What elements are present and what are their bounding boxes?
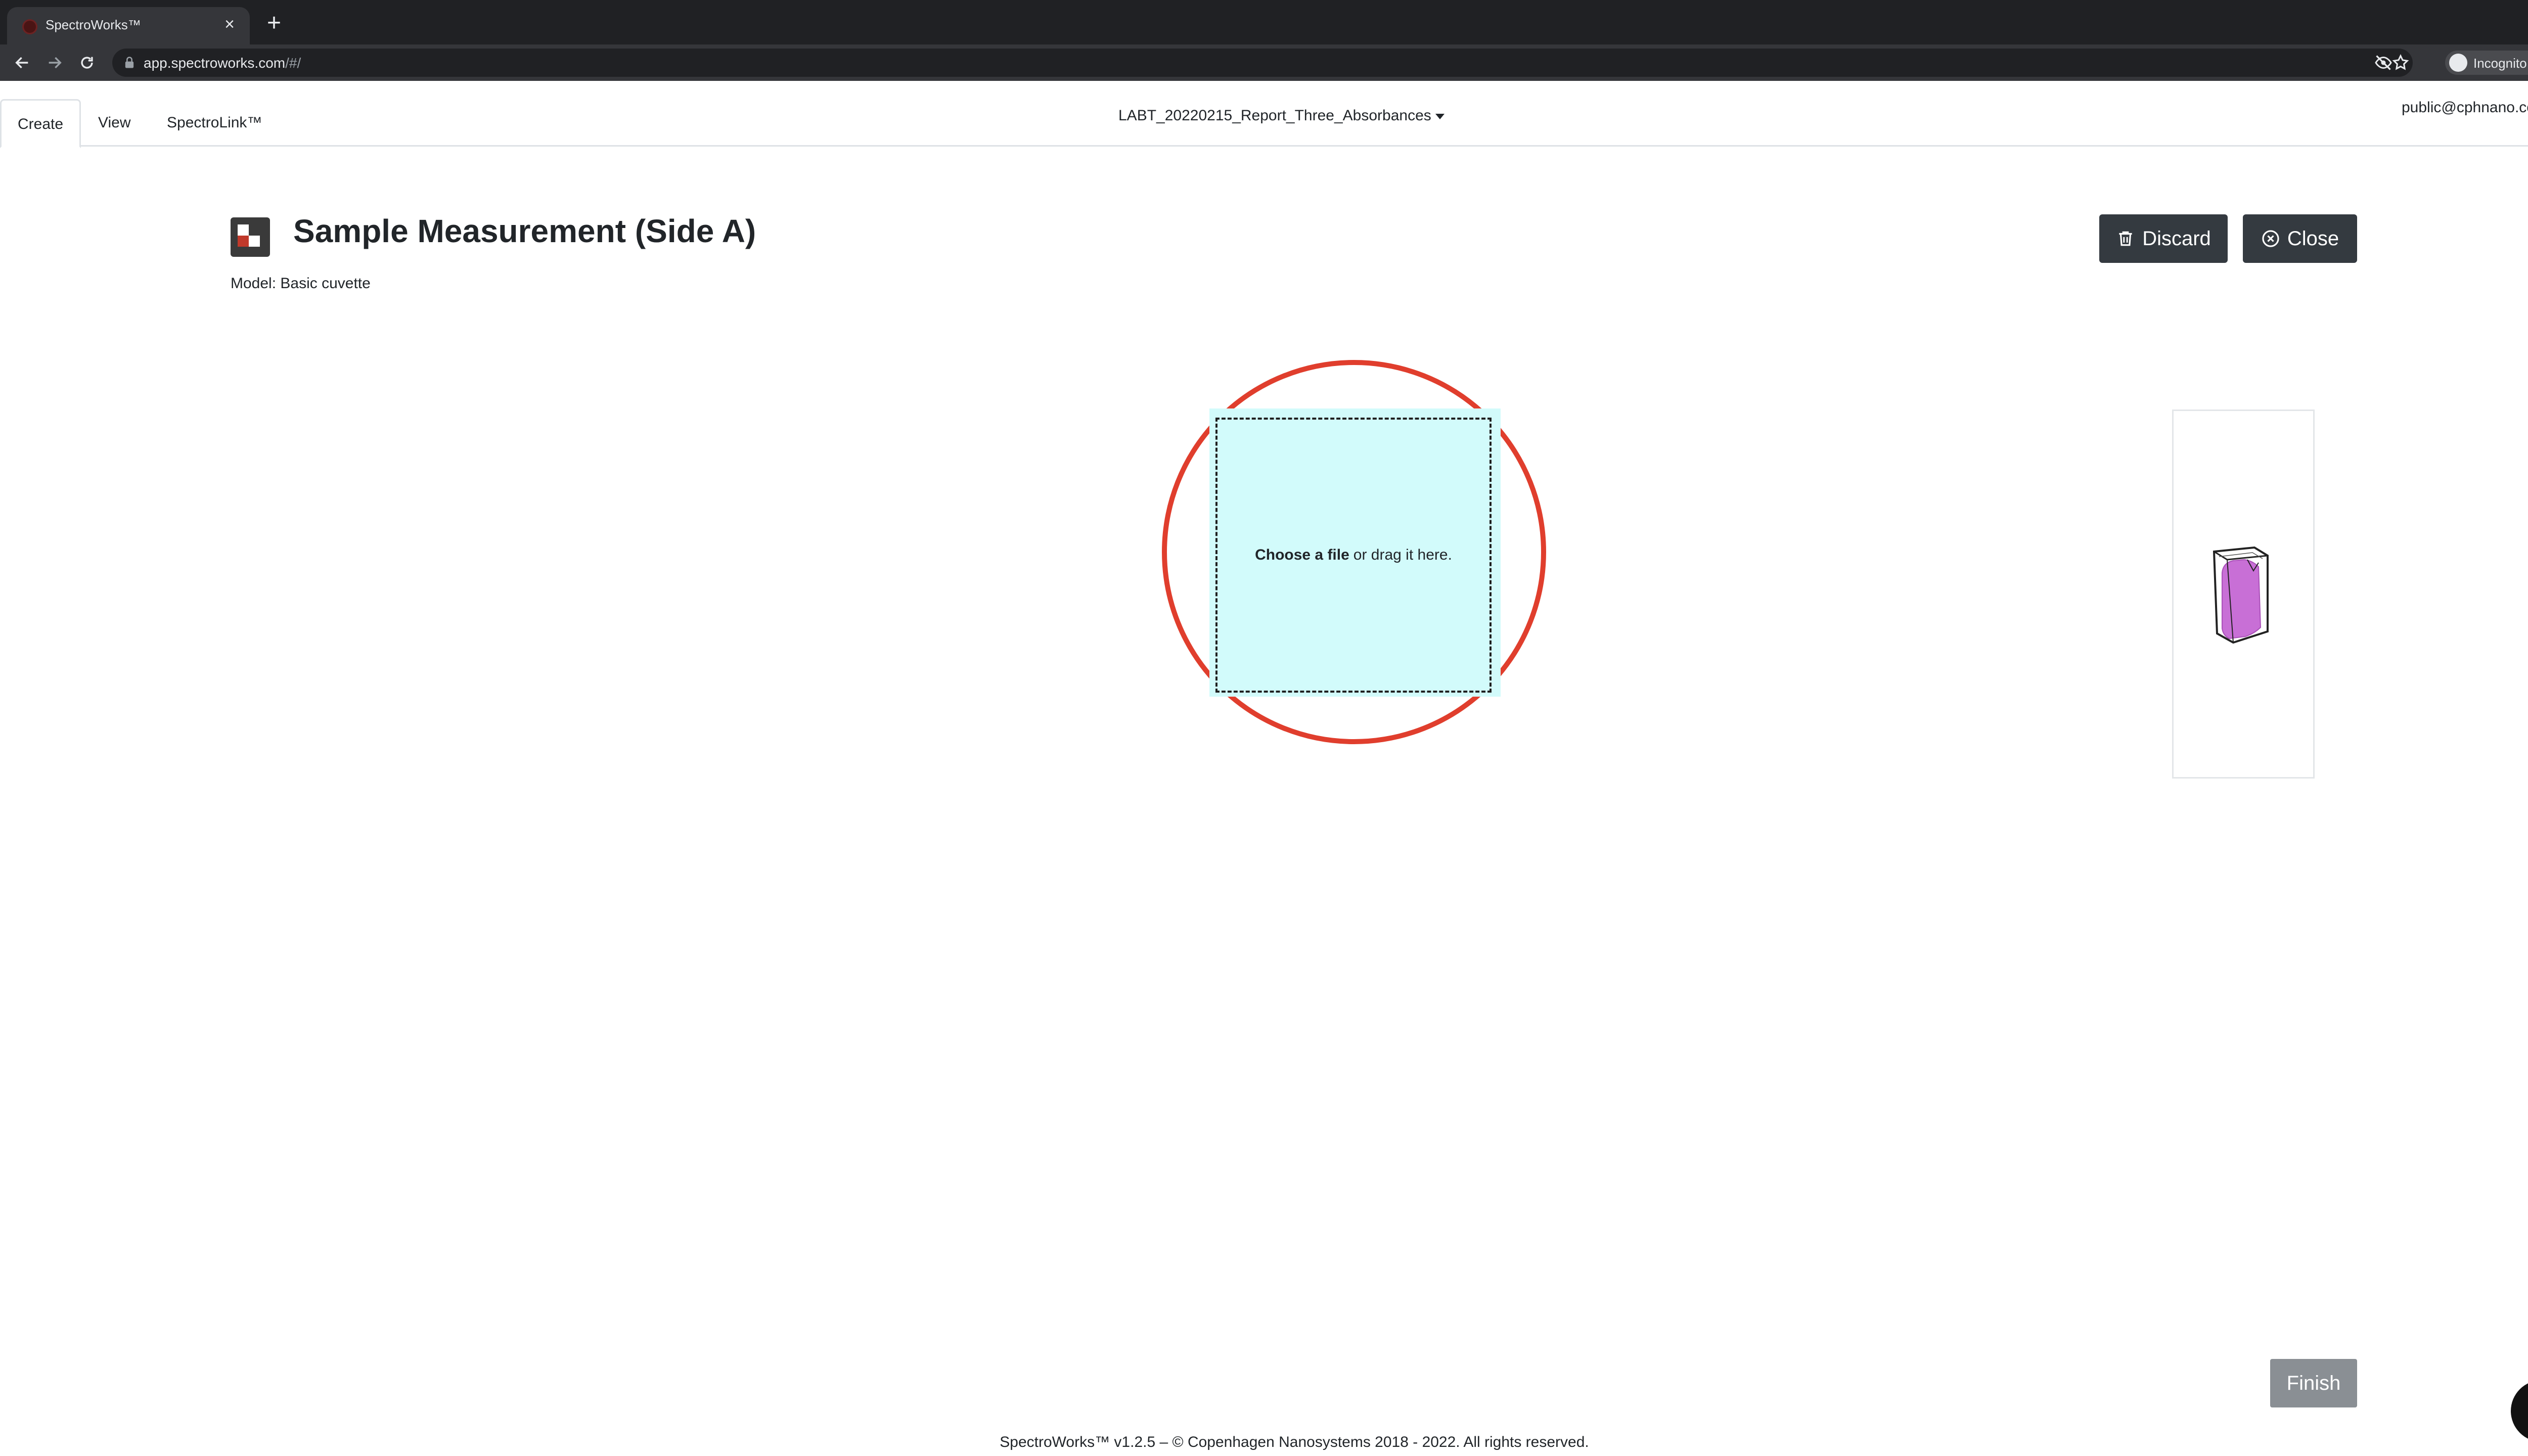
cuvette-preview-panel xyxy=(2172,410,2315,779)
trash-icon xyxy=(2119,231,2132,246)
model-label: Model: Basic cuvette xyxy=(231,275,371,292)
eye-off-icon[interactable] xyxy=(2374,54,2392,72)
lock-icon[interactable] xyxy=(122,56,137,70)
tab-strip: SpectroWorks™ × + xyxy=(0,0,2528,44)
browser-toolbar: app.spectroworks.com/#/ Incognito xyxy=(0,44,2528,81)
circle-x-icon xyxy=(2262,230,2279,247)
chat-launcher-button[interactable] xyxy=(2511,1380,2528,1442)
incognito-profile-button[interactable]: Incognito xyxy=(2445,51,2528,75)
address-bar[interactable]: app.spectroworks.com/#/ xyxy=(112,49,2413,77)
incognito-icon xyxy=(2449,54,2467,72)
discard-label: Discard xyxy=(2142,227,2211,250)
back-button[interactable] xyxy=(10,51,34,75)
tab-title: SpectroWorks™ xyxy=(46,17,141,32)
report-name: LABT_20220215_Report_Three_Absorbances xyxy=(1118,107,1431,124)
discard-button[interactable]: Discard xyxy=(2099,214,2228,263)
drag-hint: or drag it here. xyxy=(1353,547,1452,563)
spectroworks-logo xyxy=(231,217,270,257)
reload-button[interactable] xyxy=(75,51,99,75)
report-selector[interactable]: LABT_20220215_Report_Three_Absorbances xyxy=(1118,107,1444,124)
favicon-icon xyxy=(22,19,37,34)
forward-button[interactable] xyxy=(42,51,67,75)
cuvette-icon xyxy=(2213,546,2269,644)
tab-spectrolink[interactable]: SpectroLink™ xyxy=(151,99,278,147)
reload-icon xyxy=(81,57,93,69)
tab-close-icon[interactable]: × xyxy=(218,13,241,35)
footer-copyright: SpectroWorks™ v1.2.5 – © Copenhagen Nano… xyxy=(1000,1434,1589,1450)
caret-down-icon xyxy=(1435,113,1444,119)
url-host: app.spectroworks.com xyxy=(144,55,286,71)
tab-view[interactable]: View xyxy=(82,99,147,147)
logo-mark-icon xyxy=(238,224,260,251)
close-button[interactable]: Close xyxy=(2243,214,2357,263)
close-label: Close xyxy=(2287,227,2339,250)
browser-tab[interactable]: SpectroWorks™ × xyxy=(7,7,250,44)
arrow-right-icon xyxy=(49,57,62,69)
profile-label: Incognito xyxy=(2473,56,2527,71)
file-dropzone[interactable]: Choose a file or drag it here. xyxy=(1209,408,1501,697)
finish-button[interactable]: Finish xyxy=(2270,1359,2357,1407)
app-navbar: Create View SpectroLink™ LABT_20220215_R… xyxy=(0,81,2528,148)
arrow-left-icon xyxy=(15,57,28,69)
browser-chrome: SpectroWorks™ × + app.spectroworks.com/#… xyxy=(0,0,2528,81)
user-email: public@cphnano.com xyxy=(2402,99,2528,116)
page-title: Sample Measurement (Side A) xyxy=(293,213,756,249)
star-icon[interactable] xyxy=(2391,54,2410,72)
chat-bubble-icon xyxy=(2525,1395,2528,1427)
user-menu[interactable]: public@cphnano.com xyxy=(2402,99,2528,116)
url-path: /#/ xyxy=(285,55,301,71)
url-text: app.spectroworks.com/#/ xyxy=(144,55,301,71)
dropzone-target[interactable]: Choose a file or drag it here. xyxy=(1215,418,1492,693)
tab-create[interactable]: Create xyxy=(0,99,81,148)
choose-file-link[interactable]: Choose a file xyxy=(1255,547,1349,564)
new-tab-button[interactable]: + xyxy=(261,10,287,36)
